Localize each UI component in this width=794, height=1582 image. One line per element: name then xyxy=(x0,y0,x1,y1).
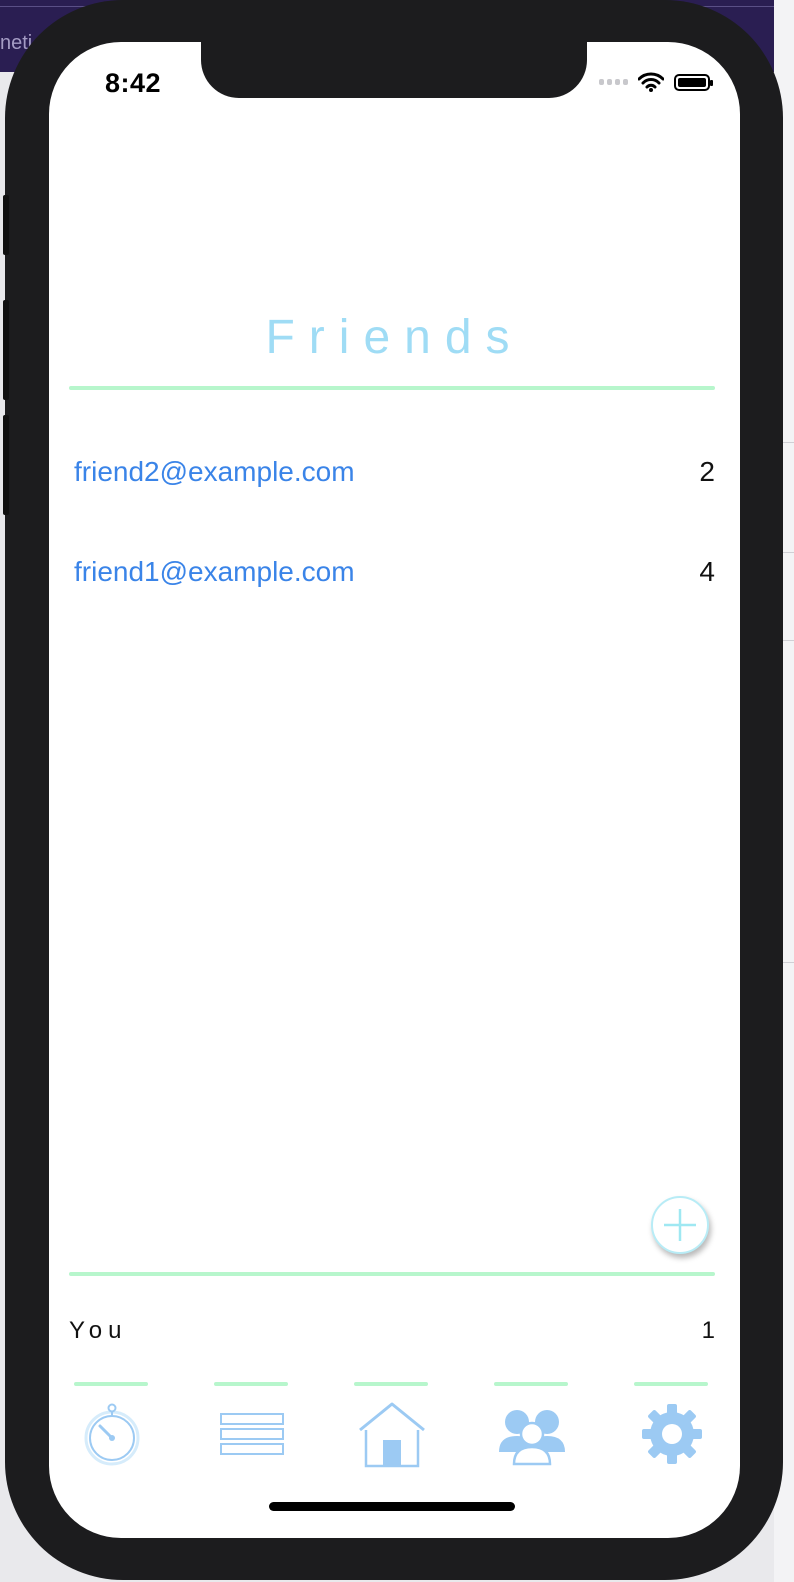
tab-indicator xyxy=(214,1382,288,1386)
home-indicator[interactable] xyxy=(269,1502,515,1511)
friend-email[interactable]: friend2@example.com xyxy=(74,456,355,488)
volume-up-button xyxy=(3,300,9,400)
mute-switch xyxy=(3,195,9,255)
battery-icon xyxy=(674,73,713,91)
home-icon xyxy=(359,1402,425,1468)
tab-timer[interactable] xyxy=(52,1382,172,1482)
friend-email[interactable]: friend1@example.com xyxy=(74,556,355,588)
status-time: 8:42 xyxy=(105,68,162,98)
phone-frame: 8:42 Friends friend2@example.com 2 frien… xyxy=(3,0,783,1580)
friend-row[interactable]: friend2@example.com 2 xyxy=(69,444,715,504)
status-icons xyxy=(599,72,713,92)
stopwatch-icon xyxy=(84,1403,140,1466)
app-screen: 8:42 Friends friend2@example.com 2 frien… xyxy=(49,42,740,1538)
add-friend-button[interactable] xyxy=(651,1196,709,1254)
you-count: 1 xyxy=(701,1317,715,1344)
list-icon xyxy=(220,1413,284,1455)
friend-count: 2 xyxy=(699,456,715,487)
plus-icon xyxy=(664,1209,696,1241)
tab-friends[interactable] xyxy=(472,1382,592,1482)
tab-settings[interactable] xyxy=(612,1382,732,1482)
tab-bar xyxy=(49,1382,740,1482)
signal-icon xyxy=(599,79,628,85)
tab-indicator xyxy=(494,1382,568,1386)
friends-icon xyxy=(499,1410,565,1466)
title-divider xyxy=(69,386,715,390)
friend-count: 4 xyxy=(699,556,715,587)
you-label: You xyxy=(69,1317,128,1344)
volume-down-button xyxy=(3,415,9,515)
wifi-icon xyxy=(638,72,664,92)
tab-indicator xyxy=(634,1382,708,1386)
gear-icon xyxy=(642,1404,702,1464)
you-divider xyxy=(69,1272,715,1276)
tab-list[interactable] xyxy=(192,1382,312,1482)
tab-indicator xyxy=(354,1382,428,1386)
tab-indicator xyxy=(74,1382,148,1386)
notch xyxy=(201,42,587,98)
page-title: Friends xyxy=(265,311,524,364)
tab-home[interactable] xyxy=(332,1382,452,1482)
friend-row[interactable]: friend1@example.com 4 xyxy=(69,544,715,604)
